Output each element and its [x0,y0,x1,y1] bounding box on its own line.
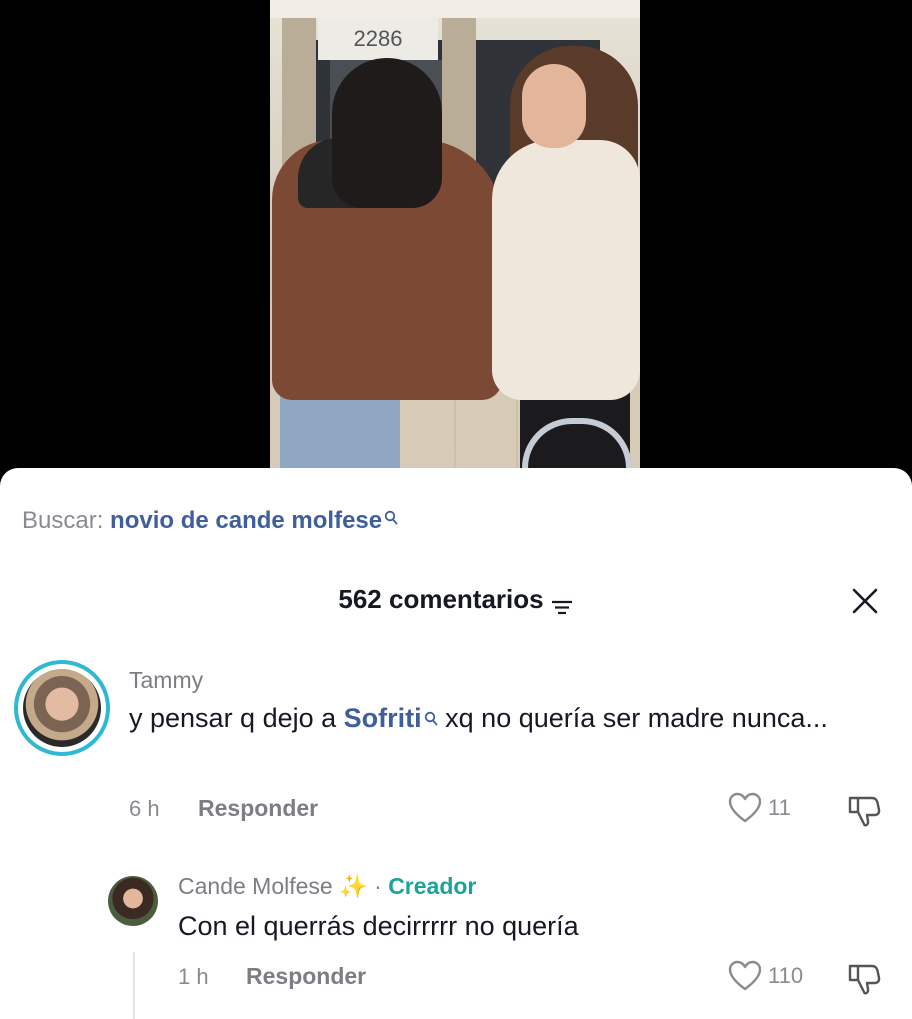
dislike-button[interactable] [846,960,882,996]
like-button[interactable]: 110 [728,960,803,992]
reply-username[interactable]: Cande Molfese [178,873,333,899]
comments-sheet: Buscar: novio de cande molfese 562 comen… [0,468,912,1019]
like-button[interactable]: 11 [728,792,791,824]
search-term-link[interactable]: novio de cande molfese [110,507,382,534]
video-frame: 2286 [270,0,640,490]
avatar[interactable] [14,660,110,756]
heart-icon [728,960,762,991]
heart-icon [728,792,762,823]
avatar-image [23,669,101,747]
reply-time: 1 h [178,964,209,989]
search-prefix: Buscar: [22,507,104,534]
comments-header: 562 comentarios [0,582,912,616]
like-count: 11 [768,795,791,820]
like-count: 110 [768,963,804,988]
reply-button[interactable]: Responder [198,794,318,822]
reply-username-row: Cande Molfese ✨ · Creador [178,872,476,900]
mention-link[interactable]: Sofriti [344,703,422,733]
close-icon [852,588,878,614]
comment-username[interactable]: Tammy [129,666,203,694]
reply-button[interactable]: Responder [246,962,366,990]
thumbs-down-icon [848,964,881,995]
comment-text-part: y pensar q dejo a [129,703,344,733]
sparkle-icon: ✨ [339,873,368,899]
video-player[interactable]: 2286 [0,0,912,490]
sort-filter-icon[interactable] [550,590,574,615]
creator-badge: Creador [388,873,477,899]
building-number-sign: 2286 [318,18,438,60]
comment-text: y pensar q dejo a Sofriti xq no quería s… [129,698,869,738]
ceiling [270,0,640,18]
dislike-button[interactable] [846,792,882,828]
comment-text-part: xq no quería ser madre nunca... [437,703,828,733]
search-icon [384,504,398,534]
person-left-hair [332,58,442,208]
person-right-face [522,64,586,148]
username-separator: · [374,873,382,899]
search-suggestion[interactable]: Buscar: novio de cande molfese [22,506,398,536]
thumbs-down-icon [848,796,881,827]
comment-count-label: 562 comentarios [338,584,544,614]
comment-time: 6 h [129,796,160,821]
comment-count[interactable]: 562 comentarios [0,582,912,616]
thread-line [133,952,135,1019]
search-icon [424,698,438,738]
person-right-coat [492,140,640,400]
reply-text: Con el querrás decirrrrr no quería [178,911,579,941]
close-button[interactable] [848,584,882,618]
creator-avatar[interactable] [108,876,158,926]
